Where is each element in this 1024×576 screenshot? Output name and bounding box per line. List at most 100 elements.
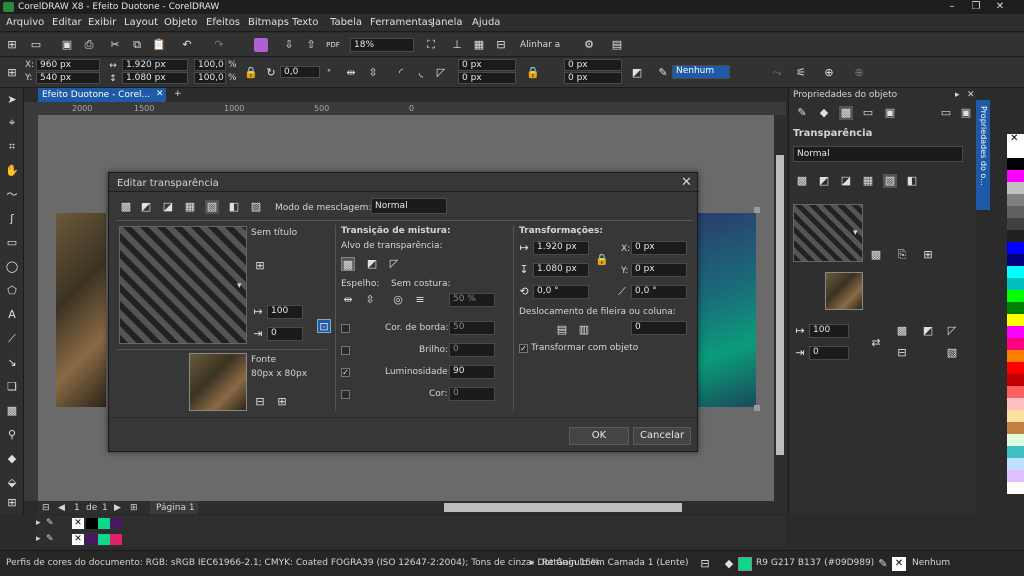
panel-pattern-option-icon[interactable]: ▩ [869,248,883,262]
menu-ferramentas[interactable]: Ferramentas [370,17,433,28]
palette-swatch[interactable] [1007,410,1024,422]
doc-swatch[interactable] [86,518,98,529]
doc-swatch[interactable] [110,518,122,529]
duotone-image-left[interactable] [56,213,106,407]
panel-edit-icon[interactable]: ▧ [945,346,959,360]
vertical-scroll-thumb[interactable] [776,155,784,455]
cancel-button[interactable]: Cancelar [633,427,691,445]
panel-width-field[interactable]: 100 [809,324,849,338]
horizontal-scrollbar[interactable] [444,503,682,512]
fountain-transparency-icon[interactable]: ◪ [161,200,175,214]
palette-eyedropper-icon-2[interactable]: ✎ [46,534,54,544]
palette-swatch[interactable] [1007,374,1024,386]
palette-swatch[interactable] [1007,218,1024,230]
target-fill-icon[interactable]: ▩ [341,257,355,271]
show-guidelines-icon[interactable]: ⊟ [494,38,508,52]
panel-target-fill-icon[interactable]: ▩ [895,324,909,338]
zoom-level-select[interactable]: 18% [350,38,414,52]
skew-field[interactable]: 0,0 ° [631,285,687,299]
eyedropper-icon[interactable]: ⚲ [5,428,19,442]
ok-button[interactable]: OK [569,427,629,445]
frame-props-icon[interactable]: ▭ [861,106,875,120]
redo-icon[interactable]: ↷ [212,38,226,52]
palette-swatch[interactable] [1007,146,1024,158]
restore-icon[interactable]: ❐ [966,1,986,13]
outline-props-icon[interactable]: ✎ [795,106,809,120]
align-to-dropdown[interactable]: Alinhar a [520,40,560,50]
import-icon[interactable]: ⇩ [282,38,296,52]
bitmap-pattern-icon[interactable]: ▧ [205,200,219,214]
fill-props-icon[interactable]: ◆ [817,106,831,120]
color-field[interactable]: 0 [449,387,495,401]
convert-to-curves-icon[interactable]: ⚟ [794,66,808,80]
transform-x-field[interactable]: 0 px [631,241,687,255]
selection-handle[interactable] [754,207,760,213]
color-proof-icon[interactable]: ⊟ [698,557,712,571]
minimize-icon[interactable]: – [942,1,962,13]
search-content-icon[interactable] [254,38,268,52]
color-checkbox[interactable] [341,390,350,399]
target-outline-icon[interactable]: ◩ [365,257,379,271]
plus-icon[interactable]: ⊞ [5,496,19,510]
edit-source-icon[interactable]: ⊞ [275,395,289,409]
scale-height-field[interactable]: 100,0 [194,72,226,84]
transparency-props-icon[interactable]: ▩ [839,106,853,120]
palette-eyedropper-icon[interactable]: ✎ [46,518,54,528]
new-tab-icon[interactable]: + [174,89,182,99]
menu-texto[interactable]: Texto [292,17,318,28]
palette-swatch[interactable] [1007,158,1024,170]
parallel-dimension-icon[interactable]: ⟋ [5,332,19,346]
y-position-field[interactable]: 540 px [36,72,100,84]
mirror-horizontal-icon[interactable]: ⇹ [344,66,358,80]
vector-pattern-icon[interactable]: ▦ [183,200,197,214]
palette-swatch[interactable] [1007,398,1024,410]
undo-icon[interactable]: ↶ [180,38,194,52]
scalloped-corner-icon[interactable]: ◟ [414,66,428,80]
palette-swatch[interactable] [1007,266,1024,278]
close-tab-icon[interactable]: ✕ [156,89,164,99]
panel-save-pattern-icon[interactable]: ⊞ [921,248,935,262]
crop-tool-icon[interactable]: ⌗ [5,140,19,154]
palette-swatch[interactable] [1007,386,1024,398]
page-tab[interactable]: Página 1 [150,501,198,514]
artistic-media-icon[interactable]: ʃ [5,212,19,226]
menu-exibir[interactable]: Exibir [88,17,116,28]
save-icon[interactable]: ▣ [60,38,74,52]
palette-swatch[interactable] [1007,206,1024,218]
corner-radius-2-field[interactable]: 0 px [458,72,516,84]
no-color-swatch[interactable]: ✕ [1007,133,1024,146]
relative-corner-icon[interactable]: ◩ [630,66,644,80]
selection-handle[interactable] [754,405,760,411]
save-pattern-icon[interactable]: ⊞ [253,259,267,273]
rectangle-tool-icon[interactable]: ▭ [5,236,19,250]
panel-target-outline-icon[interactable]: ◩ [921,324,935,338]
palette-swatch[interactable] [1007,314,1024,326]
corner-radius-3-field[interactable]: 0 px [564,59,622,71]
no-color-swatch-2[interactable]: ✕ [72,534,84,545]
row-offset-field[interactable]: 0 [631,321,687,335]
first-page-icon[interactable]: ⊟ [42,503,50,513]
palette-swatch[interactable] [1007,446,1024,458]
shape-tool-icon[interactable]: ⌖ [5,116,19,130]
panel-expand-icon[interactable]: ▸ [955,90,960,100]
luminosity-checkbox[interactable]: ✓ [341,368,350,377]
pattern-preview[interactable] [119,226,247,344]
menu-bitmaps[interactable]: Bitmaps [248,17,289,28]
mirror-vertical-icon[interactable]: ⇳ [366,66,380,80]
side-panel-tab[interactable]: Propriedades do o... [976,100,990,210]
palette-swatch[interactable] [1007,290,1024,302]
export-icon[interactable]: ⇧ [304,38,318,52]
row-offset-icon[interactable]: ▤ [555,323,569,337]
link-dimensions-icon[interactable]: ⊡ [317,319,331,333]
palette-swatch[interactable] [1007,254,1024,266]
palette-swatch[interactable] [1007,362,1024,374]
next-page-icon[interactable]: ▶ [114,503,121,513]
fill-color-swatch[interactable] [738,557,752,571]
palette-swatch[interactable] [1007,338,1024,350]
panel-vector-pattern-icon[interactable]: ▦ [861,174,875,188]
transform-width-field[interactable]: 1.920 px [533,241,589,255]
panel-height-field[interactable]: 0 [809,346,849,360]
panel-edit-pattern-icon[interactable]: ⎘ [895,248,909,262]
uniform-transparency-icon[interactable]: ◩ [139,200,153,214]
palette-swatch[interactable] [1007,230,1024,242]
